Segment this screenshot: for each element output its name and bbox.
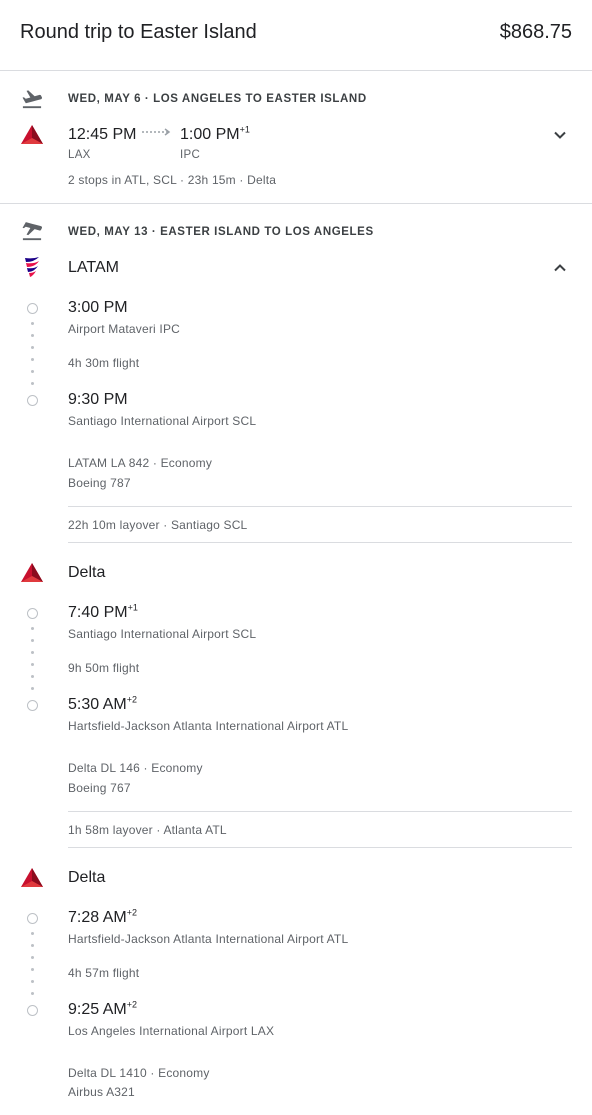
segment-arrive-time: 9:30 PM	[68, 391, 128, 408]
delta-logo-icon	[21, 868, 43, 887]
segment-arrive-airport: Santiago International Airport SCL	[68, 414, 257, 428]
outbound-arrive-offset: +1	[239, 124, 250, 135]
layover-divider	[68, 506, 572, 507]
segment-arrive-offset: +2	[126, 999, 137, 1010]
flight-path-dots	[31, 627, 34, 699]
layover-divider	[68, 542, 572, 543]
arrive-marker	[27, 395, 38, 406]
segment-duration: 9h 50m flight	[68, 661, 140, 675]
segment-arrive-airport: Los Angeles International Airport LAX	[68, 1024, 275, 1038]
segment-depart-offset: +1	[127, 602, 138, 613]
segment-airline: Delta	[68, 564, 106, 581]
depart-marker	[27, 608, 38, 619]
segment-arrive: 9:25 AM+2	[68, 999, 137, 1019]
delta-logo-icon	[21, 563, 43, 582]
segment-depart-airport: Airport Mataveri IPC	[68, 322, 181, 336]
segment-aircraft: Boeing 787	[68, 476, 131, 490]
landing-plane-icon	[22, 222, 43, 241]
route-arrow-icon	[142, 128, 171, 136]
segment-aircraft: Boeing 767	[68, 781, 131, 795]
outbound-arrive: 1:00 PM+1	[180, 124, 250, 144]
section-divider	[0, 203, 592, 204]
segment-depart-time: 7:40 PM	[68, 604, 128, 621]
segment-depart-time: 7:28 AM	[68, 909, 127, 926]
segment-duration: 4h 30m flight	[68, 356, 140, 370]
chevron-down-icon[interactable]	[552, 127, 568, 143]
layover-divider	[68, 847, 572, 848]
segment-arrive-airport: Hartsfield-Jackson Atlanta International…	[68, 719, 349, 733]
outbound-arrive-time: 1:00 PM	[180, 126, 240, 143]
outbound-depart-time: 12:45 PM	[68, 126, 137, 143]
depart-marker	[27, 303, 38, 314]
flight-path-dots	[31, 322, 34, 394]
layover-divider	[68, 811, 572, 812]
segment-aircraft: Airbus A321	[68, 1085, 135, 1099]
segment-flight-number: Delta DL 146 · Economy	[68, 761, 203, 775]
arrive-marker	[27, 1005, 38, 1016]
segment-duration: 4h 57m flight	[68, 966, 140, 980]
segment-depart-offset: +2	[126, 907, 137, 918]
chevron-up-icon[interactable]	[552, 260, 568, 276]
segment-airline: LATAM	[68, 259, 119, 276]
segment-depart-airport: Hartsfield-Jackson Atlanta International…	[68, 932, 349, 946]
segment-arrive-offset: +2	[126, 694, 137, 705]
segment-arrive: 5:30 AM+2	[68, 694, 137, 714]
flight-path-dots	[31, 932, 34, 1004]
outbound-summary: 2 stops in ATL, SCL · 23h 15m · Delta	[68, 173, 277, 187]
delta-logo-icon	[21, 125, 43, 144]
return-heading: WED, MAY 13 · EASTER ISLAND TO LOS ANGEL…	[68, 226, 374, 238]
segment-depart-time: 3:00 PM	[68, 299, 128, 316]
segment-depart: 7:28 AM+2	[68, 907, 137, 927]
takeoff-plane-icon	[22, 90, 43, 109]
segment-flight-number: LATAM LA 842 · Economy	[68, 456, 213, 470]
segment-depart: 7:40 PM+1	[68, 602, 138, 622]
layover-info: 1h 58m layover · Atlanta ATL	[68, 823, 227, 837]
trip-price: $868.75	[499, 21, 572, 43]
segment-arrive-time: 9:25 AM	[68, 1001, 127, 1018]
arrive-marker	[27, 700, 38, 711]
outbound-arrive-code: IPC	[180, 149, 201, 161]
trip-header: Round trip to Easter Island $868.75	[0, 0, 592, 71]
layover-info: 22h 10m layover · Santiago SCL	[68, 518, 248, 532]
segment-flight-number: Delta DL 1410 · Economy	[68, 1066, 210, 1080]
latam-logo-icon	[25, 257, 39, 277]
outbound-heading: WED, MAY 6 · LOS ANGELES TO EASTER ISLAN…	[68, 93, 367, 105]
segment-arrive-time: 5:30 AM	[68, 696, 127, 713]
segment-depart-airport: Santiago International Airport SCL	[68, 627, 257, 641]
outbound-depart-code: LAX	[68, 149, 91, 161]
depart-marker	[27, 913, 38, 924]
segment-airline: Delta	[68, 869, 106, 886]
trip-title: Round trip to Easter Island	[20, 21, 257, 43]
